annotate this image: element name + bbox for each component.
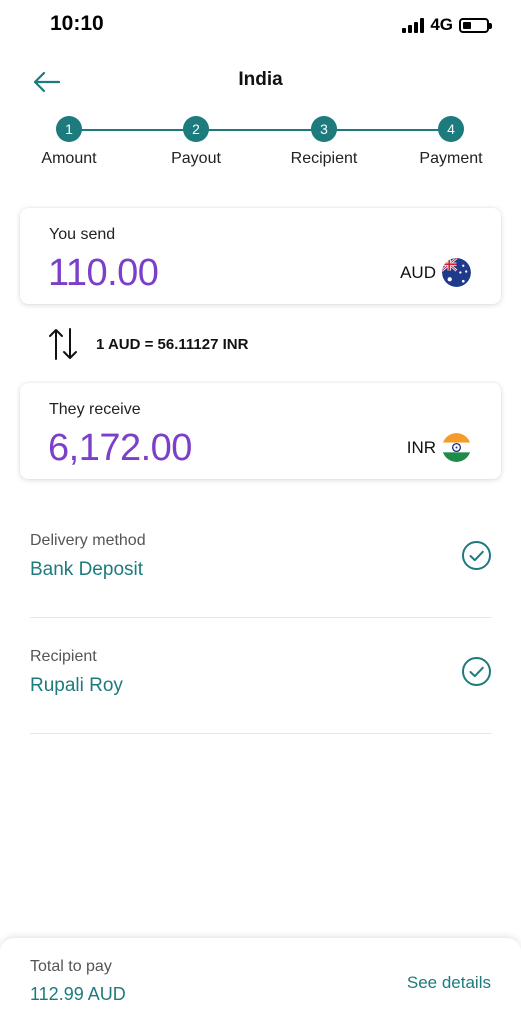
header: India [0,60,521,100]
delivery-method-value: Bank Deposit [30,559,144,580]
step-label: Recipient [290,150,358,167]
check-circle-icon [462,657,491,686]
step-number: 2 [183,116,209,142]
send-currency-selector[interactable]: AUD [400,258,471,287]
total-footer: Total to pay 112.99 AUD See details [0,938,521,1024]
check-circle-icon [462,541,491,570]
receive-currency-selector[interactable]: INR [407,433,471,462]
send-currency-code: AUD [400,262,436,282]
recipient-value: Rupali Roy [30,675,123,696]
step-payout[interactable]: 2 Payout [136,116,256,168]
status-indicators: 4G [402,15,492,35]
status-bar: 10:10 4G [0,0,521,52]
network-type: 4G [430,15,453,34]
step-number: 4 [438,116,464,142]
signal-strength-icon [402,17,425,33]
progress-stepper: 1 Amount 2 Payout 3 Recipient 4 Payment [0,116,521,176]
total-label: Total to pay [30,958,112,975]
status-time: 10:10 [50,12,104,35]
step-label: Payout [171,150,221,167]
exchange-rate-text: 1 AUD = 56.11127 INR [96,335,249,353]
india-flag-icon [442,433,471,462]
total-value: 112.99 AUD [30,984,126,1004]
swap-vertical-icon[interactable] [48,326,78,362]
step-recipient[interactable]: 3 Recipient [264,116,384,168]
send-amount-card[interactable]: You send 110.00 AUD [20,208,501,304]
receive-label: They receive [49,401,141,418]
send-amount-input[interactable]: 110.00 [48,252,159,295]
receive-amount-card[interactable]: They receive 6,172.00 INR [20,383,501,479]
recipient-label: Recipient [30,648,97,665]
step-label: Amount [41,150,97,167]
delivery-method-label: Delivery method [30,532,146,549]
page-title: India [238,69,283,90]
receive-amount-input[interactable]: 6,172.00 [48,427,192,470]
battery-icon [459,17,492,33]
australia-flag-icon [442,258,471,287]
step-payment[interactable]: 4 Payment [391,116,511,168]
step-amount[interactable]: 1 Amount [9,116,129,168]
send-label: You send [49,226,116,243]
see-details-link[interactable]: See details [407,973,491,993]
step-label: Payment [419,150,483,167]
exchange-rate-row: 1 AUD = 56.11127 INR [48,326,248,362]
step-number: 3 [311,116,337,142]
receive-currency-code: INR [406,437,436,457]
step-number: 1 [56,116,82,142]
delivery-method-row[interactable]: Delivery method Bank Deposit [30,502,492,618]
recipient-row[interactable]: Recipient Rupali Roy [30,618,492,734]
